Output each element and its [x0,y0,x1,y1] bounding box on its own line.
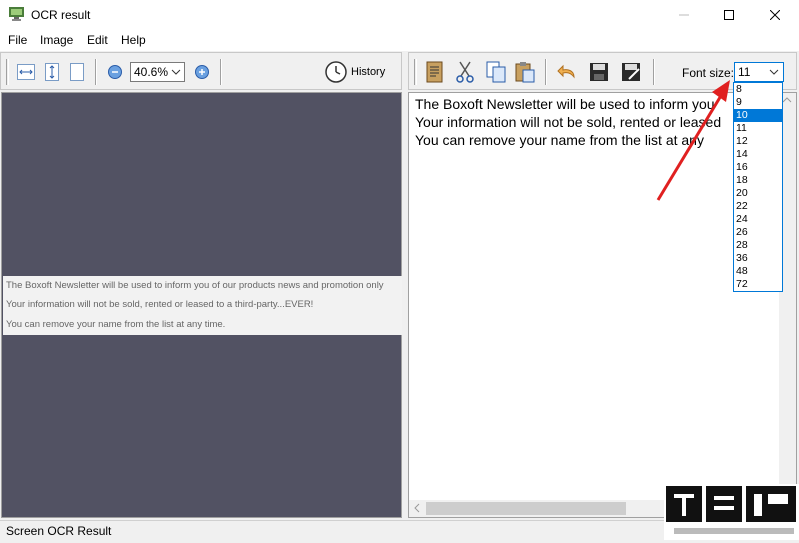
font-size-option[interactable]: 9 [734,96,782,109]
menu-edit[interactable]: Edit [87,33,108,47]
zoom-out-button[interactable] [103,60,127,84]
font-size-option[interactable]: 24 [734,213,782,226]
font-size-option[interactable]: 14 [734,148,782,161]
font-size-option[interactable]: 28 [734,239,782,252]
menu-image[interactable]: Image [40,33,73,47]
image-pane: 40.6% History The Boxoft Newsletter will [0,52,404,519]
toolbar-separator [95,59,97,85]
font-size-option[interactable]: 72 [734,278,782,291]
font-size-option[interactable]: 11 [734,122,782,135]
font-size-value: 11 [738,65,751,79]
copy-icon [486,61,506,83]
font-size-option[interactable]: 26 [734,226,782,239]
undo-icon [557,64,575,79]
app-icon [9,7,24,21]
image-preview[interactable]: The Boxoft Newsletter will be used to in… [1,92,402,518]
font-size-option[interactable]: 16 [734,161,782,174]
save-as-icon [622,63,640,81]
fit-height-button[interactable] [40,60,64,84]
toolbar-grip[interactable] [6,59,9,85]
save-as-button[interactable] [619,60,643,84]
close-button[interactable] [752,0,798,30]
history-button[interactable]: History [325,60,391,84]
watermark-icon [666,486,796,534]
scrollbar-thumb[interactable] [426,502,626,515]
menu-bar: File Image Edit Help [0,30,799,51]
window-title: OCR result [31,8,91,22]
cut-button[interactable] [453,60,477,84]
save-button[interactable] [587,60,611,84]
annotation-arrow [656,80,730,201]
scissors-icon [456,61,474,83]
chevron-down-icon [769,69,779,75]
zoom-value: 40.6% [134,65,169,79]
zoom-combobox[interactable]: 40.6% [130,62,185,82]
document-icon [426,61,443,83]
font-size-option[interactable]: 8 [734,83,782,96]
zoom-in-button[interactable] [190,60,214,84]
font-size-option[interactable]: 48 [734,265,782,278]
paste-button[interactable] [513,60,537,84]
scanned-text-strip: The Boxoft Newsletter will be used to in… [3,276,402,335]
fit-height-icon [45,63,59,81]
actual-size-button[interactable] [65,60,89,84]
font-size-select[interactable]: 11 [734,62,784,82]
font-size-option[interactable]: 12 [734,135,782,148]
minimize-icon [679,14,689,16]
menu-help[interactable]: Help [121,33,146,47]
title-bar: OCR result [0,0,799,30]
image-text-line: You can remove your name from the list a… [6,319,226,330]
fit-width-icon [17,64,35,80]
save-icon [590,63,608,81]
fit-width-button[interactable] [14,60,38,84]
font-size-option[interactable]: 36 [734,252,782,265]
copy-button[interactable] [484,60,508,84]
maximize-button[interactable] [706,0,752,30]
toolbar-separator [220,59,222,85]
page-icon [70,63,84,81]
font-size-option[interactable]: 18 [734,174,782,187]
menu-file[interactable]: File [8,33,27,47]
zoom-in-icon [195,65,209,79]
maximize-icon [724,10,734,20]
font-size-option-selected[interactable]: 10 [734,109,782,122]
close-icon [770,10,780,20]
font-size-dropdown-list[interactable]: 8 9 10 11 12 14 16 18 20 22 24 26 28 36 … [733,82,783,292]
properties-button[interactable] [423,60,447,84]
scroll-left-icon [414,503,420,513]
font-size-option[interactable]: 22 [734,200,782,213]
undo-button[interactable] [555,60,579,84]
paste-icon [515,62,535,83]
minimize-button[interactable] [661,0,707,30]
font-size-option[interactable]: 20 [734,187,782,200]
status-text: Screen OCR Result [6,524,112,538]
image-toolbar: 40.6% History [0,52,402,90]
history-label: History [351,66,386,78]
clock-icon [325,61,347,83]
toolbar-separator [545,59,547,85]
image-text-line: Your information will not be sold, rente… [6,299,314,310]
zoom-out-icon [108,65,122,79]
image-text-line: The Boxoft Newsletter will be used to in… [6,280,384,291]
toolbar-grip[interactable] [414,59,417,85]
watermark-logo [664,484,799,540]
chevron-down-icon [171,69,181,75]
